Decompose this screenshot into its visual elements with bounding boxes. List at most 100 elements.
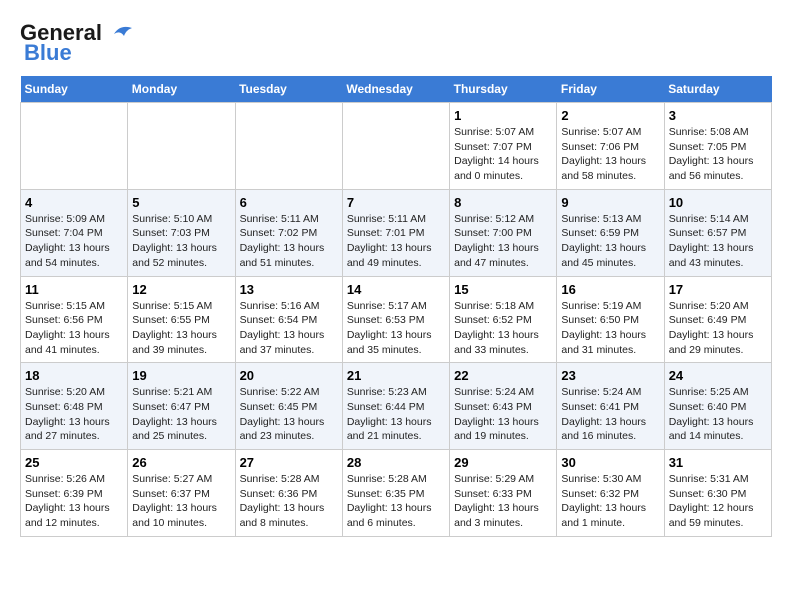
calendar-cell: 8 Sunrise: 5:12 AM Sunset: 7:00 PM Daylig… <box>450 189 557 276</box>
calendar-cell: 5 Sunrise: 5:10 AM Sunset: 7:03 PM Daylig… <box>128 189 235 276</box>
day-info: Sunrise: 5:27 AM Sunset: 6:37 PM Dayligh… <box>132 472 230 531</box>
day-info: Sunrise: 5:21 AM Sunset: 6:47 PM Dayligh… <box>132 385 230 444</box>
day-info: Sunrise: 5:12 AM Sunset: 7:00 PM Dayligh… <box>454 212 552 271</box>
day-number: 14 <box>347 282 445 297</box>
day-info: Sunrise: 5:24 AM Sunset: 6:43 PM Dayligh… <box>454 385 552 444</box>
day-info: Sunrise: 5:24 AM Sunset: 6:41 PM Dayligh… <box>561 385 659 444</box>
day-number: 9 <box>561 195 659 210</box>
calendar-cell: 7Sunrise: 5:11 AM Sunset: 7:01 PM Daylig… <box>342 189 449 276</box>
day-info: Sunrise: 5:09 AM Sunset: 7:04 PM Dayligh… <box>25 212 123 271</box>
day-header-tuesday: Tuesday <box>235 76 342 103</box>
day-info: Sunrise: 5:18 AM Sunset: 6:52 PM Dayligh… <box>454 299 552 358</box>
day-number: 2 <box>561 108 659 123</box>
day-info: Sunrise: 5:30 AM Sunset: 6:32 PM Dayligh… <box>561 472 659 531</box>
day-header-thursday: Thursday <box>450 76 557 103</box>
day-header-sunday: Sunday <box>21 76 128 103</box>
calendar-cell: 13 Sunrise: 5:16 AM Sunset: 6:54 PM Dayli… <box>235 276 342 363</box>
day-number: 21 <box>347 368 445 383</box>
day-number: 19 <box>132 368 230 383</box>
day-number: 4 <box>25 195 123 210</box>
day-number: 20 <box>240 368 338 383</box>
calendar-cell: 22Sunrise: 5:24 AM Sunset: 6:43 PM Dayli… <box>450 363 557 450</box>
day-number: 11 <box>25 282 123 297</box>
calendar-cell: 4 Sunrise: 5:09 AM Sunset: 7:04 PM Daylig… <box>21 189 128 276</box>
day-info: Sunrise: 5:07 AM Sunset: 7:06 PM Dayligh… <box>561 125 659 184</box>
calendar-week-4: 18 Sunrise: 5:20 AM Sunset: 6:48 PM Dayli… <box>21 363 772 450</box>
day-info: Sunrise: 5:14 AM Sunset: 6:57 PM Dayligh… <box>669 212 767 271</box>
day-number: 28 <box>347 455 445 470</box>
calendar-cell: 19 Sunrise: 5:21 AM Sunset: 6:47 PM Dayli… <box>128 363 235 450</box>
logo-blue: Blue <box>24 40 72 66</box>
day-info: Sunrise: 5:29 AM Sunset: 6:33 PM Dayligh… <box>454 472 552 531</box>
calendar-cell: 2 Sunrise: 5:07 AM Sunset: 7:06 PM Daylig… <box>557 103 664 190</box>
day-info: Sunrise: 5:08 AM Sunset: 7:05 PM Dayligh… <box>669 125 767 184</box>
day-info: Sunrise: 5:20 AM Sunset: 6:48 PM Dayligh… <box>25 385 123 444</box>
logo-bird-icon <box>104 20 136 42</box>
calendar-cell: 24 Sunrise: 5:25 AM Sunset: 6:40 PM Dayli… <box>664 363 771 450</box>
day-number: 18 <box>25 368 123 383</box>
day-info: Sunrise: 5:22 AM Sunset: 6:45 PM Dayligh… <box>240 385 338 444</box>
day-number: 25 <box>25 455 123 470</box>
day-number: 23 <box>561 368 659 383</box>
calendar-cell: 17 Sunrise: 5:20 AM Sunset: 6:49 PM Dayli… <box>664 276 771 363</box>
calendar-cell: 23 Sunrise: 5:24 AM Sunset: 6:41 PM Dayli… <box>557 363 664 450</box>
calendar-week-2: 4 Sunrise: 5:09 AM Sunset: 7:04 PM Daylig… <box>21 189 772 276</box>
calendar-week-3: 11 Sunrise: 5:15 AM Sunset: 6:56 PM Dayli… <box>21 276 772 363</box>
day-number: 26 <box>132 455 230 470</box>
day-info: Sunrise: 5:20 AM Sunset: 6:49 PM Dayligh… <box>669 299 767 358</box>
day-info: Sunrise: 5:11 AM Sunset: 7:02 PM Dayligh… <box>240 212 338 271</box>
day-info: Sunrise: 5:15 AM Sunset: 6:56 PM Dayligh… <box>25 299 123 358</box>
calendar-cell: 28 Sunrise: 5:28 AM Sunset: 6:35 PM Dayli… <box>342 450 449 537</box>
calendar-cell <box>128 103 235 190</box>
calendar-cell: 21 Sunrise: 5:23 AM Sunset: 6:44 PM Dayli… <box>342 363 449 450</box>
day-info: Sunrise: 5:19 AM Sunset: 6:50 PM Dayligh… <box>561 299 659 358</box>
day-number: 13 <box>240 282 338 297</box>
day-number: 30 <box>561 455 659 470</box>
day-info: Sunrise: 5:07 AM Sunset: 7:07 PM Dayligh… <box>454 125 552 184</box>
day-number: 5 <box>132 195 230 210</box>
day-header-saturday: Saturday <box>664 76 771 103</box>
day-number: 12 <box>132 282 230 297</box>
day-number: 16 <box>561 282 659 297</box>
calendar-cell: 30 Sunrise: 5:30 AM Sunset: 6:32 PM Dayli… <box>557 450 664 537</box>
day-info: Sunrise: 5:23 AM Sunset: 6:44 PM Dayligh… <box>347 385 445 444</box>
day-header-monday: Monday <box>128 76 235 103</box>
calendar-cell: 12 Sunrise: 5:15 AM Sunset: 6:55 PM Dayli… <box>128 276 235 363</box>
logo: General Blue <box>20 20 136 66</box>
day-number: 17 <box>669 282 767 297</box>
calendar-cell: 10Sunrise: 5:14 AM Sunset: 6:57 PM Dayli… <box>664 189 771 276</box>
calendar-week-1: 1Sunrise: 5:07 AM Sunset: 7:07 PM Daylig… <box>21 103 772 190</box>
calendar-cell: 31Sunrise: 5:31 AM Sunset: 6:30 PM Dayli… <box>664 450 771 537</box>
calendar-cell: 3 Sunrise: 5:08 AM Sunset: 7:05 PM Daylig… <box>664 103 771 190</box>
day-info: Sunrise: 5:17 AM Sunset: 6:53 PM Dayligh… <box>347 299 445 358</box>
calendar-cell: 20 Sunrise: 5:22 AM Sunset: 6:45 PM Dayli… <box>235 363 342 450</box>
day-number: 24 <box>669 368 767 383</box>
day-info: Sunrise: 5:15 AM Sunset: 6:55 PM Dayligh… <box>132 299 230 358</box>
calendar-cell: 25 Sunrise: 5:26 AM Sunset: 6:39 PM Dayli… <box>21 450 128 537</box>
calendar-table: SundayMondayTuesdayWednesdayThursdayFrid… <box>20 76 772 537</box>
calendar-cell: 26 Sunrise: 5:27 AM Sunset: 6:37 PM Dayli… <box>128 450 235 537</box>
day-header-wednesday: Wednesday <box>342 76 449 103</box>
day-info: Sunrise: 5:10 AM Sunset: 7:03 PM Dayligh… <box>132 212 230 271</box>
header: General Blue <box>20 20 772 66</box>
calendar-cell: 16 Sunrise: 5:19 AM Sunset: 6:50 PM Dayli… <box>557 276 664 363</box>
day-info: Sunrise: 5:16 AM Sunset: 6:54 PM Dayligh… <box>240 299 338 358</box>
day-info: Sunrise: 5:26 AM Sunset: 6:39 PM Dayligh… <box>25 472 123 531</box>
day-number: 27 <box>240 455 338 470</box>
calendar-cell: 6Sunrise: 5:11 AM Sunset: 7:02 PM Daylig… <box>235 189 342 276</box>
days-header-row: SundayMondayTuesdayWednesdayThursdayFrid… <box>21 76 772 103</box>
day-header-friday: Friday <box>557 76 664 103</box>
calendar-cell: 11 Sunrise: 5:15 AM Sunset: 6:56 PM Dayli… <box>21 276 128 363</box>
day-number: 3 <box>669 108 767 123</box>
calendar-cell: 14 Sunrise: 5:17 AM Sunset: 6:53 PM Dayli… <box>342 276 449 363</box>
day-info: Sunrise: 5:28 AM Sunset: 6:35 PM Dayligh… <box>347 472 445 531</box>
day-number: 29 <box>454 455 552 470</box>
calendar-cell: 27Sunrise: 5:28 AM Sunset: 6:36 PM Dayli… <box>235 450 342 537</box>
day-info: Sunrise: 5:11 AM Sunset: 7:01 PM Dayligh… <box>347 212 445 271</box>
calendar-cell: 9 Sunrise: 5:13 AM Sunset: 6:59 PM Daylig… <box>557 189 664 276</box>
day-info: Sunrise: 5:13 AM Sunset: 6:59 PM Dayligh… <box>561 212 659 271</box>
day-info: Sunrise: 5:25 AM Sunset: 6:40 PM Dayligh… <box>669 385 767 444</box>
day-number: 8 <box>454 195 552 210</box>
day-info: Sunrise: 5:31 AM Sunset: 6:30 PM Dayligh… <box>669 472 767 531</box>
calendar-cell: 18 Sunrise: 5:20 AM Sunset: 6:48 PM Dayli… <box>21 363 128 450</box>
